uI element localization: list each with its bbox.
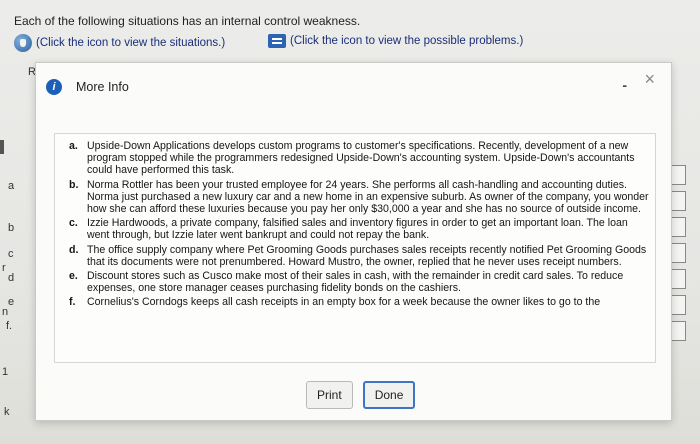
close-icon[interactable]: × <box>644 69 655 90</box>
item-text: Discount stores such as Cusco make most … <box>87 270 624 295</box>
background-fragment: c <box>8 248 14 260</box>
background-fragment: e <box>8 296 15 308</box>
item-marker: e. <box>69 270 78 283</box>
list-item: d. The office supply company where Pet Gr… <box>69 243 649 268</box>
item-marker: d. <box>69 243 79 256</box>
info-icon: i <box>46 79 62 95</box>
instruction-text: Each of the following situations has an … <box>14 14 361 28</box>
document-icon[interactable] <box>268 34 286 48</box>
background-fragment: n <box>2 306 9 318</box>
view-situations-label[interactable]: (Click the icon to view the situations.) <box>36 37 225 49</box>
background-fragment: k <box>4 406 10 418</box>
background-divider <box>0 140 4 154</box>
list-item: c. Izzie Hardwoods, a private company, fa… <box>69 217 649 242</box>
background-fragment: 1 <box>2 366 9 378</box>
background-fragment: f. <box>6 320 13 332</box>
view-problems-label[interactable]: (Click the icon to view the possible pro… <box>290 35 523 47</box>
item-text: The office supply company where Pet Groo… <box>87 243 647 268</box>
background-fragment: b <box>8 222 15 234</box>
background-fragment: a <box>8 180 15 192</box>
list-item: e. Discount stores such as Cusco make mos… <box>69 270 649 295</box>
item-text: Izzie Hardwoods, a private company, fals… <box>87 217 628 242</box>
list-item: b. Norma Rottler has been your trusted em… <box>69 178 649 216</box>
item-marker: b. <box>69 178 79 191</box>
view-problems-link[interactable]: (Click the icon to view the possible pro… <box>268 34 523 48</box>
item-marker: f. <box>69 296 76 309</box>
background-fragment: d <box>8 272 15 284</box>
dialog-footer: Print Done <box>306 381 416 409</box>
item-marker: c. <box>69 217 78 230</box>
item-text: Norma Rottler has been your trusted empl… <box>87 178 649 216</box>
dialog-header: i More Info - × <box>36 63 671 103</box>
print-button[interactable]: Print <box>306 381 353 409</box>
item-marker: a. <box>69 140 78 152</box>
done-button[interactable]: Done <box>362 381 416 409</box>
background-fragment: r <box>2 262 6 274</box>
item-text: Upside-Down Applications develops custom… <box>87 140 635 177</box>
more-info-dialog: i More Info - × a. Upside-Down Applicatio… <box>35 62 672 421</box>
minimize-button[interactable]: - <box>622 77 627 93</box>
dialog-title: More Info <box>76 80 129 94</box>
situations-list: a. Upside-Down Applications develops cust… <box>55 134 655 309</box>
globe-hand-icon[interactable] <box>14 34 32 52</box>
list-item: a. Upside-Down Applications develops cust… <box>69 140 649 177</box>
list-item: f. Cornelius's Corndogs keeps all cash re… <box>69 296 649 309</box>
item-text: Cornelius's Corndogs keeps all cash rece… <box>87 296 601 309</box>
view-situations-link[interactable]: (Click the icon to view the situations.) <box>14 34 225 52</box>
situations-list-panel[interactable]: a. Upside-Down Applications develops cust… <box>54 133 656 363</box>
